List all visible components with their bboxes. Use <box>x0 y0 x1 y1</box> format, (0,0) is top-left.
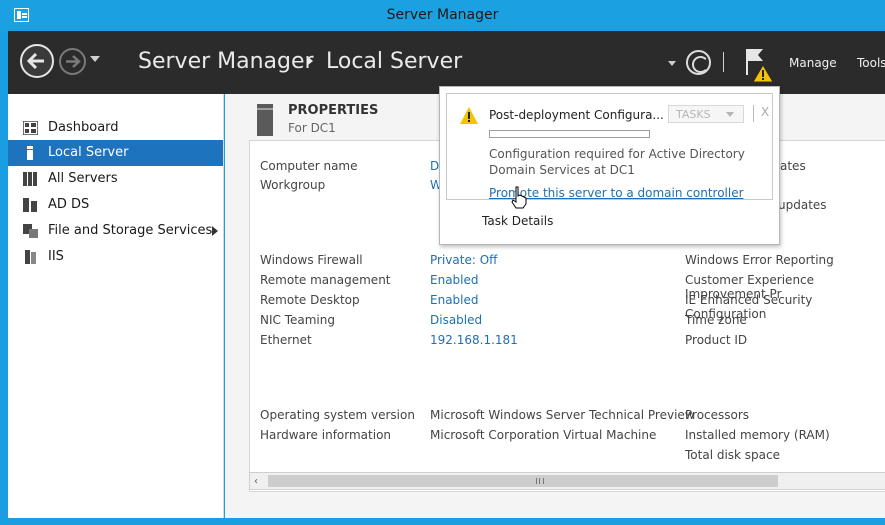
updates-partial-label-2: updates <box>778 198 827 212</box>
history-dropdown-icon[interactable] <box>90 56 100 62</box>
sidebar-item-iis[interactable]: IIS <box>8 244 223 270</box>
sidebar-item-ad-ds[interactable]: AD DS <box>8 192 223 218</box>
time-zone-label: Time zone <box>685 313 747 327</box>
flag-warning-icon <box>746 49 774 83</box>
sidebar-item-dashboard[interactable]: Dashboard <box>8 115 223 141</box>
server-properties-icon <box>257 104 273 136</box>
tasks-dropdown[interactable]: TASKS <box>668 105 744 123</box>
file-storage-icon <box>23 224 38 238</box>
disk-space-label: Total disk space <box>685 448 781 462</box>
ethernet-label: Ethernet <box>260 333 312 347</box>
windows-firewall-value[interactable]: Private: Off <box>430 253 497 267</box>
sidebar-item-label: IIS <box>48 249 64 264</box>
hardware-info-label: Hardware information <box>260 428 392 442</box>
expand-arrow-icon[interactable] <box>212 226 218 236</box>
hand-cursor-icon <box>511 186 527 209</box>
ethernet-value[interactable]: 192.168.1.181 <box>430 333 518 347</box>
tasks-label: TASKS <box>676 108 711 121</box>
workgroup-label: Workgroup <box>260 178 326 192</box>
remote-management-label: Remote management <box>260 273 391 287</box>
back-button[interactable] <box>20 44 54 78</box>
sidebar-item-label: All Servers <box>48 171 118 186</box>
header-dropdown-icon[interactable] <box>668 61 676 66</box>
os-version-value: Microsoft Windows Server Technical Previ… <box>430 408 695 422</box>
scroll-grip-icon <box>536 478 544 484</box>
computer-name-label: Computer name <box>260 159 358 173</box>
remote-management-value[interactable]: Enabled <box>430 273 479 287</box>
nic-teaming-label: NIC Teaming <box>260 313 335 327</box>
header-divider <box>723 52 724 72</box>
notification-item: Post-deployment Configura... TASKS X Con… <box>446 93 773 200</box>
updates-partial-label: ates <box>780 159 806 173</box>
properties-title: PROPERTIES <box>288 103 379 118</box>
hardware-info-value: Microsoft Corporation Virtual Machine <box>430 428 657 442</box>
all-servers-icon <box>23 172 37 186</box>
local-server-icon <box>27 146 33 160</box>
window-title: Server Manager <box>386 7 499 23</box>
error-reporting-label: Windows Error Reporting <box>685 253 834 267</box>
properties-subtitle: For DC1 <box>288 121 336 135</box>
breadcrumb-separator-icon <box>308 57 313 65</box>
dashboard-icon <box>23 121 38 135</box>
sidebar-item-label: File and Storage Services <box>48 223 213 238</box>
computer-name-value[interactable]: D <box>430 159 439 173</box>
memory-label: Installed memory (RAM) <box>685 428 830 442</box>
sidebar-item-label: AD DS <box>48 197 90 212</box>
scrollbar-thumb[interactable] <box>268 475 778 487</box>
ad-ds-icon <box>23 198 37 212</box>
iis-icon <box>25 250 36 264</box>
processors-label: Processors <box>685 408 750 422</box>
sidebar-item-label: Dashboard <box>48 120 119 135</box>
manage-menu[interactable]: Manage <box>789 56 837 70</box>
os-version-label: Operating system version <box>260 408 415 422</box>
warning-icon <box>460 107 478 124</box>
scroll-left-icon[interactable]: ‹ <box>254 476 264 487</box>
close-notification-button[interactable]: X <box>761 105 769 119</box>
windows-firewall-label: Windows Firewall <box>260 253 363 267</box>
back-arrow-icon <box>26 52 44 70</box>
product-id-label: Product ID <box>685 333 748 347</box>
horizontal-scrollbar[interactable]: ‹ <box>249 472 885 490</box>
tasks-caret-icon <box>726 112 734 117</box>
breadcrumb-server-manager[interactable]: Server Manager <box>138 49 314 74</box>
nic-teaming-value[interactable]: Disabled <box>430 313 482 327</box>
forward-button[interactable] <box>59 48 86 75</box>
sidebar: Dashboard Local Server All Servers AD DS… <box>8 94 224 518</box>
notification-description: Configuration required for Active Direct… <box>489 147 745 177</box>
title-bar: Server Manager <box>0 0 885 31</box>
task-details-link[interactable]: Task Details <box>482 214 553 228</box>
sidebar-item-local-server[interactable]: Local Server <box>8 140 223 166</box>
notification-title: Post-deployment Configura... <box>489 108 664 122</box>
sidebar-item-all-servers[interactable]: All Servers <box>8 166 223 192</box>
notifications-flag-button[interactable] <box>744 47 774 83</box>
remote-desktop-label: Remote Desktop <box>260 293 360 307</box>
refresh-button[interactable] <box>686 50 711 75</box>
notification-divider <box>753 105 754 122</box>
breadcrumb-local-server: Local Server <box>326 49 463 74</box>
sidebar-item-file-storage[interactable]: File and Storage Services <box>8 218 223 244</box>
tools-menu[interactable]: Tools <box>857 56 885 70</box>
sidebar-item-label: Local Server <box>48 145 129 160</box>
header-bar: Server Manager Local Server Manage Tools <box>8 31 885 94</box>
forward-arrow-icon <box>66 55 81 68</box>
remote-desktop-value[interactable]: Enabled <box>430 293 479 307</box>
deployment-progress-bar <box>489 130 650 138</box>
notification-popup: Post-deployment Configura... TASKS X Con… <box>439 86 780 245</box>
